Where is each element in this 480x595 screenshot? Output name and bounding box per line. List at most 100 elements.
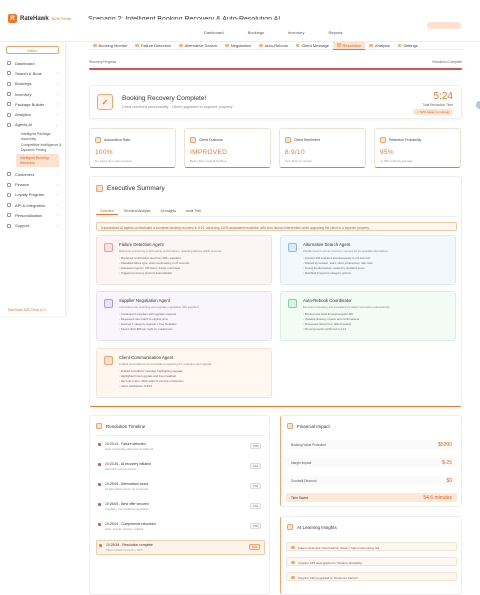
refresh-icon bbox=[259, 43, 263, 48]
complete-title: Booking Recovery Complete! bbox=[122, 95, 207, 102]
header-action-button[interactable] bbox=[427, 22, 461, 29]
handshake-icon bbox=[104, 299, 113, 308]
metric-sub: vs 45% industry average bbox=[380, 159, 413, 163]
timeline-time: 10:28:38 - Resolution complete bbox=[106, 543, 153, 547]
brand[interactable]: R RateHawk B2B Portal bbox=[8, 14, 71, 23]
sidebar-item-finance[interactable]: Finance › bbox=[0, 179, 65, 189]
sidebar-subitem-package-assembly[interactable]: Intelligent Package Assembly bbox=[0, 132, 65, 141]
agent-point: All components confirmed in 2:14 bbox=[303, 327, 359, 332]
agent-name: Failure Detection Agent bbox=[119, 242, 164, 247]
agent-card-auto-rebook[interactable]: Auto-Rebook Coordinator Executed rebooki… bbox=[280, 291, 456, 341]
tab-label: Client Message bbox=[301, 43, 330, 48]
sidebar-item-api[interactable]: API & Integration › bbox=[0, 200, 65, 210]
sidebar-item-label: Bookings bbox=[15, 81, 32, 87]
tab-negotiation[interactable]: Negotiation bbox=[221, 42, 255, 50]
sidebar-item-label: Customers bbox=[15, 171, 35, 177]
metric-automation-rate: Automation Rate 100% No agent time was r… bbox=[89, 128, 176, 168]
sidebar: Menu Dashboard Search & Book › Bookings › … bbox=[0, 42, 66, 316]
message-icon bbox=[295, 43, 300, 48]
warning-icon bbox=[135, 43, 139, 48]
brand-name: RateHawk bbox=[20, 15, 49, 22]
topnav-reports[interactable]: Reports bbox=[329, 30, 343, 35]
sidebar-item-label: Search & Book bbox=[15, 70, 42, 76]
metric-label: Client Outcome bbox=[199, 138, 224, 142]
box-icon bbox=[7, 92, 11, 97]
menu-button[interactable]: Menu bbox=[6, 46, 59, 54]
progress-status: Resolution Complete bbox=[432, 60, 462, 64]
agent-card-supplier-negotiation[interactable]: Supplier Negotiation Agent Automated rat… bbox=[96, 291, 272, 341]
timeline-item-complete: 10:28:38 - Resolution complete Client no… bbox=[96, 540, 265, 555]
progress-track bbox=[89, 68, 462, 70]
topnav-dashboard[interactable]: Dashboard bbox=[204, 30, 224, 35]
help-icon bbox=[7, 223, 11, 228]
agent-card-client-communication[interactable]: Client Communication Agent Crafted perso… bbox=[96, 348, 272, 398]
financial-value: 54.6 minutes bbox=[423, 494, 452, 501]
search-icon bbox=[7, 71, 11, 76]
sidebar-item-analytics[interactable]: Analytics › bbox=[0, 109, 65, 119]
timeline-dot bbox=[98, 483, 101, 486]
tab-label: Failure Detection bbox=[140, 43, 172, 48]
sidebar-item-bookings[interactable]: Bookings › bbox=[0, 79, 65, 89]
sidebar-item-customers[interactable]: Customers › bbox=[0, 169, 65, 179]
agent-card-alternative-search[interactable]: Alternative Search Agent Parallel search… bbox=[280, 235, 456, 285]
sidebar-item-personalization[interactable]: Personalization › bbox=[0, 210, 65, 220]
exec-tab-overview[interactable]: Overview bbox=[96, 207, 118, 215]
exec-tab-ai-insights[interactable]: AI Insights bbox=[157, 207, 180, 215]
timeline-desc: Client notified via email + SMS bbox=[106, 549, 143, 552]
sidebar-item-loyalty[interactable]: Loyalty Program › bbox=[0, 190, 65, 200]
agent-desc: Crafted personalized communication expla… bbox=[119, 362, 212, 366]
sidebar-subitem-booking-recovery[interactable]: Intelligent Booking Recovery bbox=[16, 154, 59, 168]
users-icon bbox=[7, 172, 11, 177]
tab-resolution[interactable]: Resolution bbox=[333, 41, 366, 50]
metric-label: Automation Rate bbox=[104, 138, 131, 142]
tab-alternative-search[interactable]: Alternative Search bbox=[175, 42, 221, 50]
chevron-right-icon: › bbox=[56, 182, 58, 187]
sidebar-item-label: Inventory bbox=[15, 91, 32, 97]
exec-summary-text: 5 specialized AI agents orchestrated a c… bbox=[96, 222, 457, 231]
financial-value: $0 bbox=[446, 477, 452, 484]
agent-card-failure-detection[interactable]: Failure Detection Agent Real-time monito… bbox=[96, 235, 272, 285]
floating-help-button[interactable] bbox=[476, 101, 480, 109]
topnav-bookings[interactable]: Bookings bbox=[248, 30, 264, 35]
tab-booking-monitor[interactable]: Booking Monitor bbox=[89, 42, 131, 50]
tab-failure-detection[interactable]: Failure Detection bbox=[131, 42, 175, 50]
agent-point: Sent via email + SMS within 5 minutes of… bbox=[119, 379, 184, 384]
sidebar-item-search-book[interactable]: Search & Book › bbox=[0, 68, 65, 78]
star-icon bbox=[7, 192, 11, 197]
timeline-item: 10:23:14 - Failure detected Hotel overbo… bbox=[96, 440, 265, 455]
tab-settings[interactable]: Settings bbox=[394, 42, 422, 50]
exec-tab-technical[interactable]: Technical Analysis bbox=[120, 207, 155, 215]
agent-point: Processed refund from failed booking bbox=[303, 322, 359, 327]
sidebar-item-agents-ai[interactable]: Agents AI ⌄ bbox=[0, 120, 65, 130]
timeline-badge: 3:50 bbox=[249, 523, 261, 529]
agent-point: Identified 3 superior-category options bbox=[303, 271, 373, 276]
sidebar-item-label: Analytics bbox=[15, 112, 32, 118]
agent-point: Triggered recovery protocol automaticall… bbox=[119, 271, 189, 276]
sidebar-item-dashboard[interactable]: Dashboard bbox=[0, 58, 65, 68]
sidebar-item-support[interactable]: Support › bbox=[0, 221, 65, 231]
agent-point: Assessed urgency: VIP client, 3 days unt… bbox=[119, 266, 189, 271]
financial-value: $-25 bbox=[441, 459, 452, 466]
sidebar-item-label: Agents AI bbox=[15, 122, 33, 128]
sidebar-item-package-builder[interactable]: Package Builder › bbox=[0, 99, 65, 109]
tab-client-message[interactable]: Client Message bbox=[292, 42, 333, 50]
exec-tab-audit[interactable]: Audit Trail bbox=[182, 207, 205, 215]
insight-row: Supplier F9Q upgraded to "Preferred Part… bbox=[286, 572, 457, 581]
resolution-timeline: Resolution Timeline 10:23:14 - Failure d… bbox=[89, 415, 270, 595]
chevron-right-icon: › bbox=[56, 172, 58, 177]
sidebar-item-inventory[interactable]: Inventory › bbox=[0, 89, 65, 99]
chevron-right-icon: › bbox=[56, 112, 58, 117]
tab-auto-rebook[interactable]: Auto-Rebook bbox=[255, 42, 292, 50]
chevron-right-icon: › bbox=[56, 223, 58, 228]
logo-icon: R bbox=[8, 14, 17, 23]
topnav-inventory[interactable]: Inventory bbox=[288, 30, 304, 35]
robot-icon bbox=[95, 137, 101, 143]
sidebar-subitem-pricing[interactable]: Competitive Intelligence & Dynamic Prici… bbox=[0, 143, 65, 152]
agent-name: Supplier Negotiation Agent bbox=[119, 298, 170, 303]
financial-label: Booking Value Protected bbox=[291, 443, 326, 447]
finance-icon bbox=[7, 182, 11, 187]
tab-analysis[interactable]: Analysis bbox=[365, 42, 393, 50]
complete-subtitle: Crisis resolved successfully - Client up… bbox=[122, 105, 233, 109]
timeline-desc: Alternative search started bbox=[105, 468, 136, 471]
timeline-item: 10:23:26 - AI recovery initiated Alterna… bbox=[96, 460, 265, 475]
